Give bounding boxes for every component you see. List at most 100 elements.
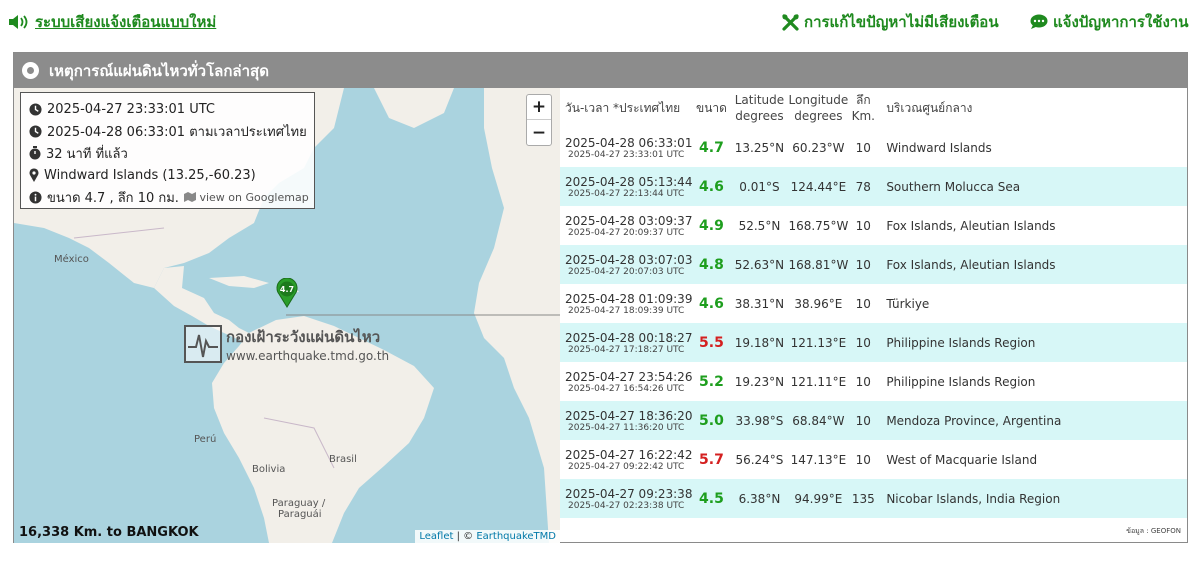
- cell-longitude: 121.13°E: [788, 323, 849, 362]
- googlemap-link[interactable]: view on Googlemap: [183, 190, 309, 204]
- report-problem-link[interactable]: แจ้งปัญหาการใช้งาน: [1030, 10, 1188, 34]
- tmd-link[interactable]: EarthquakeTMD: [476, 531, 556, 542]
- cell-magnitude: 4.7: [699, 139, 724, 156]
- cell-depth: 10: [848, 323, 879, 362]
- cell-magnitude: 5.0: [692, 401, 731, 440]
- cell-longitude: 147.13°E: [790, 452, 847, 467]
- cell-latitude: 38.31°N: [734, 296, 785, 311]
- watermark-title: กองเฝ้าระวังแผ่นดินไหว: [226, 328, 381, 346]
- header-region: บริเวณศูนย์กลาง: [886, 101, 973, 115]
- utc-time: 2025-04-27 17:18:27 UTC: [568, 344, 685, 355]
- table-row[interactable]: 2025-04-27 09:23:38 2025-04-27 02:23:38 U…: [560, 479, 1187, 518]
- header-lat-1: Latitude: [734, 93, 785, 107]
- earthquake-table: วัน-เวลา *ประเทศไทย ขนาด Latitude degrees…: [560, 88, 1187, 518]
- table-row[interactable]: 2025-04-28 01:09:39 2025-04-27 18:09:39 U…: [560, 284, 1187, 323]
- comment-icon: [1030, 14, 1048, 29]
- cell-depth: 10: [855, 140, 871, 155]
- cell-magnitude: 5.7: [699, 451, 724, 468]
- watermark-url: www.earthquake.tmd.go.th: [226, 349, 390, 363]
- cell-longitude: 60.23°W: [792, 140, 845, 155]
- map-label-bolivia: Bolivia: [252, 464, 286, 475]
- map-label-peru: Perú: [194, 434, 217, 445]
- utc-time: 2025-04-27 20:07:03 UTC: [568, 266, 685, 277]
- local-time: 2025-04-27 16:22:42: [565, 447, 693, 462]
- cell-region: West of Macquarie Island: [886, 452, 1038, 467]
- cell-longitude: 168.75°W: [788, 218, 849, 233]
- cell-magnitude: 4.6: [692, 167, 731, 206]
- map-label-mexico: México: [54, 254, 89, 265]
- event-info-box: 2025-04-27 23:33:01 UTC 2025-04-28 06:33…: [20, 92, 315, 209]
- map-attribution: Leaflet | © EarthquakeTMD: [415, 530, 560, 543]
- report-problem-label: แจ้งปัญหาการใช้งาน: [1053, 13, 1189, 31]
- cell-magnitude: 5.5: [692, 323, 731, 362]
- googlemap-label: view on Googlemap: [199, 190, 309, 204]
- cell-time: 2025-04-28 03:07:03 2025-04-27 20:07:03 U…: [560, 245, 693, 284]
- map-label-brasil: Brasil: [329, 454, 357, 465]
- leaflet-link[interactable]: Leaflet: [419, 531, 453, 542]
- table-row[interactable]: 2025-04-28 03:09:37 2025-04-27 20:09:37 U…: [560, 206, 1187, 245]
- info-icon: [29, 190, 42, 204]
- cell-time: 2025-04-27 09:23:38 2025-04-27 02:23:38 U…: [560, 479, 693, 518]
- info-thai-time: 2025-04-28 06:33:01 ตามเวลาประเทศไทย: [47, 124, 307, 140]
- earthquake-table-container: วัน-เวลา *ประเทศไทย ขนาด Latitude degrees…: [560, 88, 1187, 543]
- distance-to-bangkok: 16,338 Km. to BANGKOK: [19, 525, 199, 540]
- table-row[interactable]: 2025-04-28 00:18:27 2025-04-27 17:18:27 U…: [560, 323, 1187, 362]
- cell-depth: 10: [855, 218, 871, 233]
- cell-depth: 10: [855, 296, 871, 311]
- cell-latitude: 6.38°N: [730, 479, 789, 518]
- header-lat-2: degrees: [735, 109, 784, 123]
- utc-time: 2025-04-27 09:22:42 UTC: [568, 461, 685, 472]
- cell-latitude: 52.5°N: [738, 218, 781, 233]
- cell-region: Philippine Islands Region: [886, 374, 1036, 389]
- header-time: วัน-เวลา *ประเทศไทย: [565, 101, 681, 115]
- cell-time: 2025-04-28 03:09:37 2025-04-27 20:09:37 U…: [560, 206, 692, 245]
- cell-longitude: 38.96°E: [794, 296, 843, 311]
- fix-sound-link[interactable]: การแก้ไขปัญหาไม่มีเสียงเตือน: [782, 10, 999, 34]
- utc-time: 2025-04-27 18:09:39 UTC: [568, 305, 685, 316]
- cell-region: Windward Islands: [886, 140, 992, 155]
- panel-header: เหตุการณ์แผ่นดินไหวทั่วโลกล่าสุด: [14, 53, 1187, 88]
- cell-magnitude: 4.6: [699, 295, 724, 312]
- clock-icon: [29, 124, 42, 138]
- cell-time: 2025-04-27 23:54:26 2025-04-27 16:54:26 U…: [560, 362, 692, 401]
- cell-longitude: 68.84°W: [788, 401, 849, 440]
- data-source: ข้อมูล : GEOFON: [1126, 527, 1181, 535]
- cell-region: Philippine Islands Region: [878, 323, 1187, 362]
- zoom-out-button[interactable]: −: [527, 120, 551, 145]
- table-row[interactable]: 2025-04-28 05:13:44 2025-04-27 22:13:44 U…: [560, 167, 1187, 206]
- cell-magnitude: 4.9: [699, 217, 724, 234]
- map-icon: [183, 191, 196, 202]
- table-row[interactable]: 2025-04-27 16:22:42 2025-04-27 09:22:42 U…: [560, 440, 1187, 479]
- zoom-in-button[interactable]: +: [527, 95, 551, 120]
- new-alert-system-link[interactable]: ระบบเสียงแจ้งเตือนแบบใหม่: [8, 10, 216, 34]
- epicenter-marker[interactable]: 4.7: [276, 277, 298, 312]
- table-row[interactable]: 2025-04-28 03:07:03 2025-04-27 20:07:03 U…: [560, 245, 1187, 284]
- local-time: 2025-04-27 23:54:26: [565, 369, 693, 384]
- new-alert-label: ระบบเสียงแจ้งเตือนแบบใหม่: [35, 13, 217, 31]
- header-dep-2: Km.: [851, 109, 875, 123]
- panel-title: เหตุการณ์แผ่นดินไหวทั่วโลกล่าสุด: [49, 61, 269, 80]
- header-latitude: Latitude degrees: [730, 88, 788, 128]
- cell-longitude: 94.99°E: [788, 479, 849, 518]
- earthquake-panel: เหตุการณ์แผ่นดินไหวทั่วโลกล่าสุด México: [13, 52, 1188, 543]
- cell-latitude: 19.18°N: [730, 323, 789, 362]
- cell-depth: 10: [855, 452, 871, 467]
- table-row[interactable]: 2025-04-27 18:36:20 2025-04-27 11:36:20 U…: [560, 401, 1187, 440]
- table-row[interactable]: 2025-04-28 06:33:01 2025-04-27 23:33:01 U…: [560, 128, 1187, 167]
- cell-region: Nicobar Islands, India Region: [878, 479, 1187, 518]
- local-time: 2025-04-27 18:36:20: [565, 408, 693, 423]
- local-time: 2025-04-28 06:33:01: [565, 135, 693, 150]
- volume-icon: [9, 15, 28, 29]
- cell-magnitude: 5.2: [699, 373, 724, 390]
- clock-icon: [29, 102, 42, 116]
- cell-latitude: 0.01°S: [730, 167, 789, 206]
- tools-icon: [782, 13, 799, 31]
- earthquake-map[interactable]: México Perú Bolivia Brasil Paraguay / Pa…: [14, 88, 560, 543]
- table-row[interactable]: 2025-04-27 23:54:26 2025-04-27 16:54:26 U…: [560, 362, 1187, 401]
- cell-time: 2025-04-27 18:36:20 2025-04-27 11:36:20 U…: [560, 401, 693, 440]
- cell-latitude: 13.25°N: [734, 140, 785, 155]
- cell-latitude: 33.98°S: [730, 401, 789, 440]
- map-label-paraguay: Paraguay /: [272, 498, 326, 509]
- header-depth: ลึก Km.: [848, 88, 878, 128]
- cell-latitude: 56.24°S: [735, 452, 784, 467]
